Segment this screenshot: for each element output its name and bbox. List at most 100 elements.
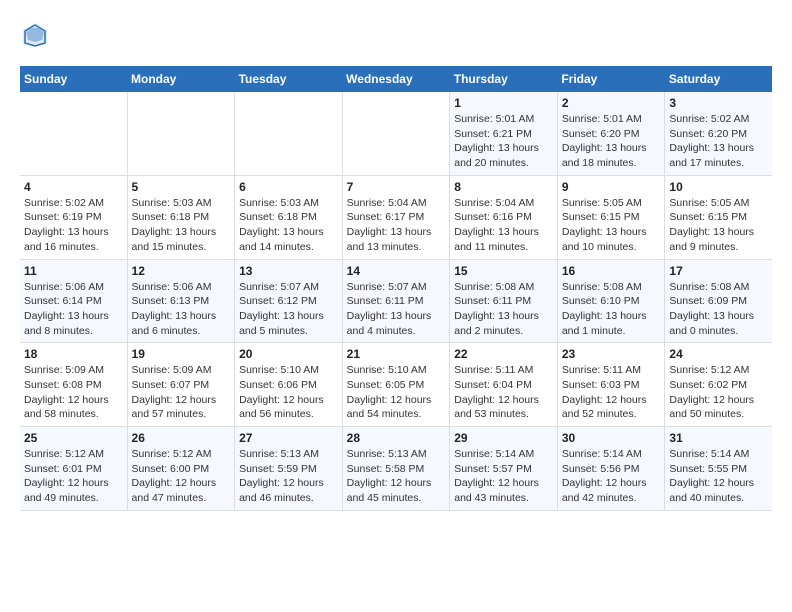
calendar-cell — [235, 92, 343, 175]
calendar-cell: 9 Sunrise: 5:05 AM Sunset: 6:15 PM Daylig… — [557, 175, 665, 259]
day-info: Sunrise: 5:11 AM Sunset: 6:03 PM Dayligh… — [562, 363, 661, 422]
calendar-cell: 13 Sunrise: 5:07 AM Sunset: 6:12 PM Dayli… — [235, 259, 343, 343]
calendar-cell: 8 Sunrise: 5:04 AM Sunset: 6:16 PM Daylig… — [450, 175, 558, 259]
day-info: Sunrise: 5:03 AM Sunset: 6:18 PM Dayligh… — [132, 196, 231, 255]
day-info: Sunrise: 5:02 AM Sunset: 6:20 PM Dayligh… — [669, 112, 768, 171]
calendar-cell — [127, 92, 235, 175]
day-number: 4 — [24, 180, 123, 194]
day-number: 11 — [24, 264, 123, 278]
calendar-cell: 21 Sunrise: 5:10 AM Sunset: 6:05 PM Dayli… — [342, 343, 450, 427]
day-number: 19 — [132, 347, 231, 361]
calendar-cell: 30 Sunrise: 5:14 AM Sunset: 5:56 PM Dayli… — [557, 427, 665, 511]
weekday-header: Friday — [557, 66, 665, 92]
calendar-cell — [20, 92, 127, 175]
day-info: Sunrise: 5:14 AM Sunset: 5:56 PM Dayligh… — [562, 447, 661, 506]
calendar-cell: 10 Sunrise: 5:05 AM Sunset: 6:15 PM Dayli… — [665, 175, 772, 259]
day-info: Sunrise: 5:04 AM Sunset: 6:17 PM Dayligh… — [347, 196, 446, 255]
day-info: Sunrise: 5:04 AM Sunset: 6:16 PM Dayligh… — [454, 196, 553, 255]
calendar-week-row: 4 Sunrise: 5:02 AM Sunset: 6:19 PM Daylig… — [20, 175, 772, 259]
day-info: Sunrise: 5:05 AM Sunset: 6:15 PM Dayligh… — [669, 196, 768, 255]
day-info: Sunrise: 5:13 AM Sunset: 5:59 PM Dayligh… — [239, 447, 338, 506]
calendar-cell: 3 Sunrise: 5:02 AM Sunset: 6:20 PM Daylig… — [665, 92, 772, 175]
day-info: Sunrise: 5:09 AM Sunset: 6:07 PM Dayligh… — [132, 363, 231, 422]
calendar-cell: 27 Sunrise: 5:13 AM Sunset: 5:59 PM Dayli… — [235, 427, 343, 511]
day-number: 5 — [132, 180, 231, 194]
day-info: Sunrise: 5:08 AM Sunset: 6:10 PM Dayligh… — [562, 280, 661, 339]
day-info: Sunrise: 5:07 AM Sunset: 6:12 PM Dayligh… — [239, 280, 338, 339]
day-number: 16 — [562, 264, 661, 278]
calendar-cell: 29 Sunrise: 5:14 AM Sunset: 5:57 PM Dayli… — [450, 427, 558, 511]
logo — [20, 20, 56, 50]
day-number: 26 — [132, 431, 231, 445]
day-number: 23 — [562, 347, 661, 361]
day-info: Sunrise: 5:14 AM Sunset: 5:55 PM Dayligh… — [669, 447, 768, 506]
day-info: Sunrise: 5:02 AM Sunset: 6:19 PM Dayligh… — [24, 196, 123, 255]
calendar-week-row: 11 Sunrise: 5:06 AM Sunset: 6:14 PM Dayli… — [20, 259, 772, 343]
calendar-cell: 12Sunrise: 5:06 AM Sunset: 6:13 PM Dayli… — [127, 259, 235, 343]
day-number: 27 — [239, 431, 338, 445]
day-number: 22 — [454, 347, 553, 361]
calendar-cell: 23 Sunrise: 5:11 AM Sunset: 6:03 PM Dayli… — [557, 343, 665, 427]
day-number: 7 — [347, 180, 446, 194]
calendar-cell: 25 Sunrise: 5:12 AM Sunset: 6:01 PM Dayli… — [20, 427, 127, 511]
calendar-header: SundayMondayTuesdayWednesdayThursdayFrid… — [20, 66, 772, 92]
calendar-cell: 4 Sunrise: 5:02 AM Sunset: 6:19 PM Daylig… — [20, 175, 127, 259]
day-number: 24 — [669, 347, 768, 361]
calendar-cell: 1 Sunrise: 5:01 AM Sunset: 6:21 PM Daylig… — [450, 92, 558, 175]
calendar-cell — [342, 92, 450, 175]
calendar-cell: 28Sunrise: 5:13 AM Sunset: 5:58 PM Dayli… — [342, 427, 450, 511]
calendar-cell: 19 Sunrise: 5:09 AM Sunset: 6:07 PM Dayli… — [127, 343, 235, 427]
day-info: Sunrise: 5:14 AM Sunset: 5:57 PM Dayligh… — [454, 447, 553, 506]
day-number: 29 — [454, 431, 553, 445]
day-number: 2 — [562, 96, 661, 110]
calendar-cell: 5 Sunrise: 5:03 AM Sunset: 6:18 PM Daylig… — [127, 175, 235, 259]
weekday-header: Thursday — [450, 66, 558, 92]
calendar-cell: 15 Sunrise: 5:08 AM Sunset: 6:11 PM Dayli… — [450, 259, 558, 343]
weekday-header: Wednesday — [342, 66, 450, 92]
day-info: Sunrise: 5:01 AM Sunset: 6:21 PM Dayligh… — [454, 112, 553, 171]
day-info: Sunrise: 5:12 AM Sunset: 6:00 PM Dayligh… — [132, 447, 231, 506]
day-number: 15 — [454, 264, 553, 278]
day-info: Sunrise: 5:07 AM Sunset: 6:11 PM Dayligh… — [347, 280, 446, 339]
day-number: 13 — [239, 264, 338, 278]
calendar-cell: 2 Sunrise: 5:01 AM Sunset: 6:20 PM Daylig… — [557, 92, 665, 175]
logo-icon — [20, 20, 50, 50]
day-number: 21 — [347, 347, 446, 361]
day-number: 10 — [669, 180, 768, 194]
weekday-header: Tuesday — [235, 66, 343, 92]
calendar-cell: 6Sunrise: 5:03 AM Sunset: 6:18 PM Daylig… — [235, 175, 343, 259]
day-number: 1 — [454, 96, 553, 110]
day-info: Sunrise: 5:08 AM Sunset: 6:09 PM Dayligh… — [669, 280, 768, 339]
weekday-row: SundayMondayTuesdayWednesdayThursdayFrid… — [20, 66, 772, 92]
calendar-cell: 14Sunrise: 5:07 AM Sunset: 6:11 PM Dayli… — [342, 259, 450, 343]
calendar-cell: 26 Sunrise: 5:12 AM Sunset: 6:00 PM Dayli… — [127, 427, 235, 511]
day-number: 3 — [669, 96, 768, 110]
day-info: Sunrise: 5:09 AM Sunset: 6:08 PM Dayligh… — [24, 363, 123, 422]
day-number: 18 — [24, 347, 123, 361]
day-info: Sunrise: 5:10 AM Sunset: 6:06 PM Dayligh… — [239, 363, 338, 422]
day-number: 6 — [239, 180, 338, 194]
calendar-cell: 16 Sunrise: 5:08 AM Sunset: 6:10 PM Dayli… — [557, 259, 665, 343]
calendar-cell: 17Sunrise: 5:08 AM Sunset: 6:09 PM Dayli… — [665, 259, 772, 343]
day-number: 31 — [669, 431, 768, 445]
day-info: Sunrise: 5:05 AM Sunset: 6:15 PM Dayligh… — [562, 196, 661, 255]
day-info: Sunrise: 5:10 AM Sunset: 6:05 PM Dayligh… — [347, 363, 446, 422]
day-info: Sunrise: 5:01 AM Sunset: 6:20 PM Dayligh… — [562, 112, 661, 171]
day-number: 9 — [562, 180, 661, 194]
calendar-table: SundayMondayTuesdayWednesdayThursdayFrid… — [20, 66, 772, 511]
day-number: 20 — [239, 347, 338, 361]
calendar-cell: 20 Sunrise: 5:10 AM Sunset: 6:06 PM Dayli… — [235, 343, 343, 427]
calendar-cell: 22Sunrise: 5:11 AM Sunset: 6:04 PM Dayli… — [450, 343, 558, 427]
day-number: 25 — [24, 431, 123, 445]
calendar-body: 1 Sunrise: 5:01 AM Sunset: 6:21 PM Daylig… — [20, 92, 772, 510]
day-number: 30 — [562, 431, 661, 445]
day-info: Sunrise: 5:12 AM Sunset: 6:02 PM Dayligh… — [669, 363, 768, 422]
day-info: Sunrise: 5:12 AM Sunset: 6:01 PM Dayligh… — [24, 447, 123, 506]
day-number: 28 — [347, 431, 446, 445]
weekday-header: Saturday — [665, 66, 772, 92]
day-number: 8 — [454, 180, 553, 194]
calendar-cell: 24 Sunrise: 5:12 AM Sunset: 6:02 PM Dayli… — [665, 343, 772, 427]
day-info: Sunrise: 5:06 AM Sunset: 6:14 PM Dayligh… — [24, 280, 123, 339]
weekday-header: Sunday — [20, 66, 127, 92]
day-info: Sunrise: 5:08 AM Sunset: 6:11 PM Dayligh… — [454, 280, 553, 339]
